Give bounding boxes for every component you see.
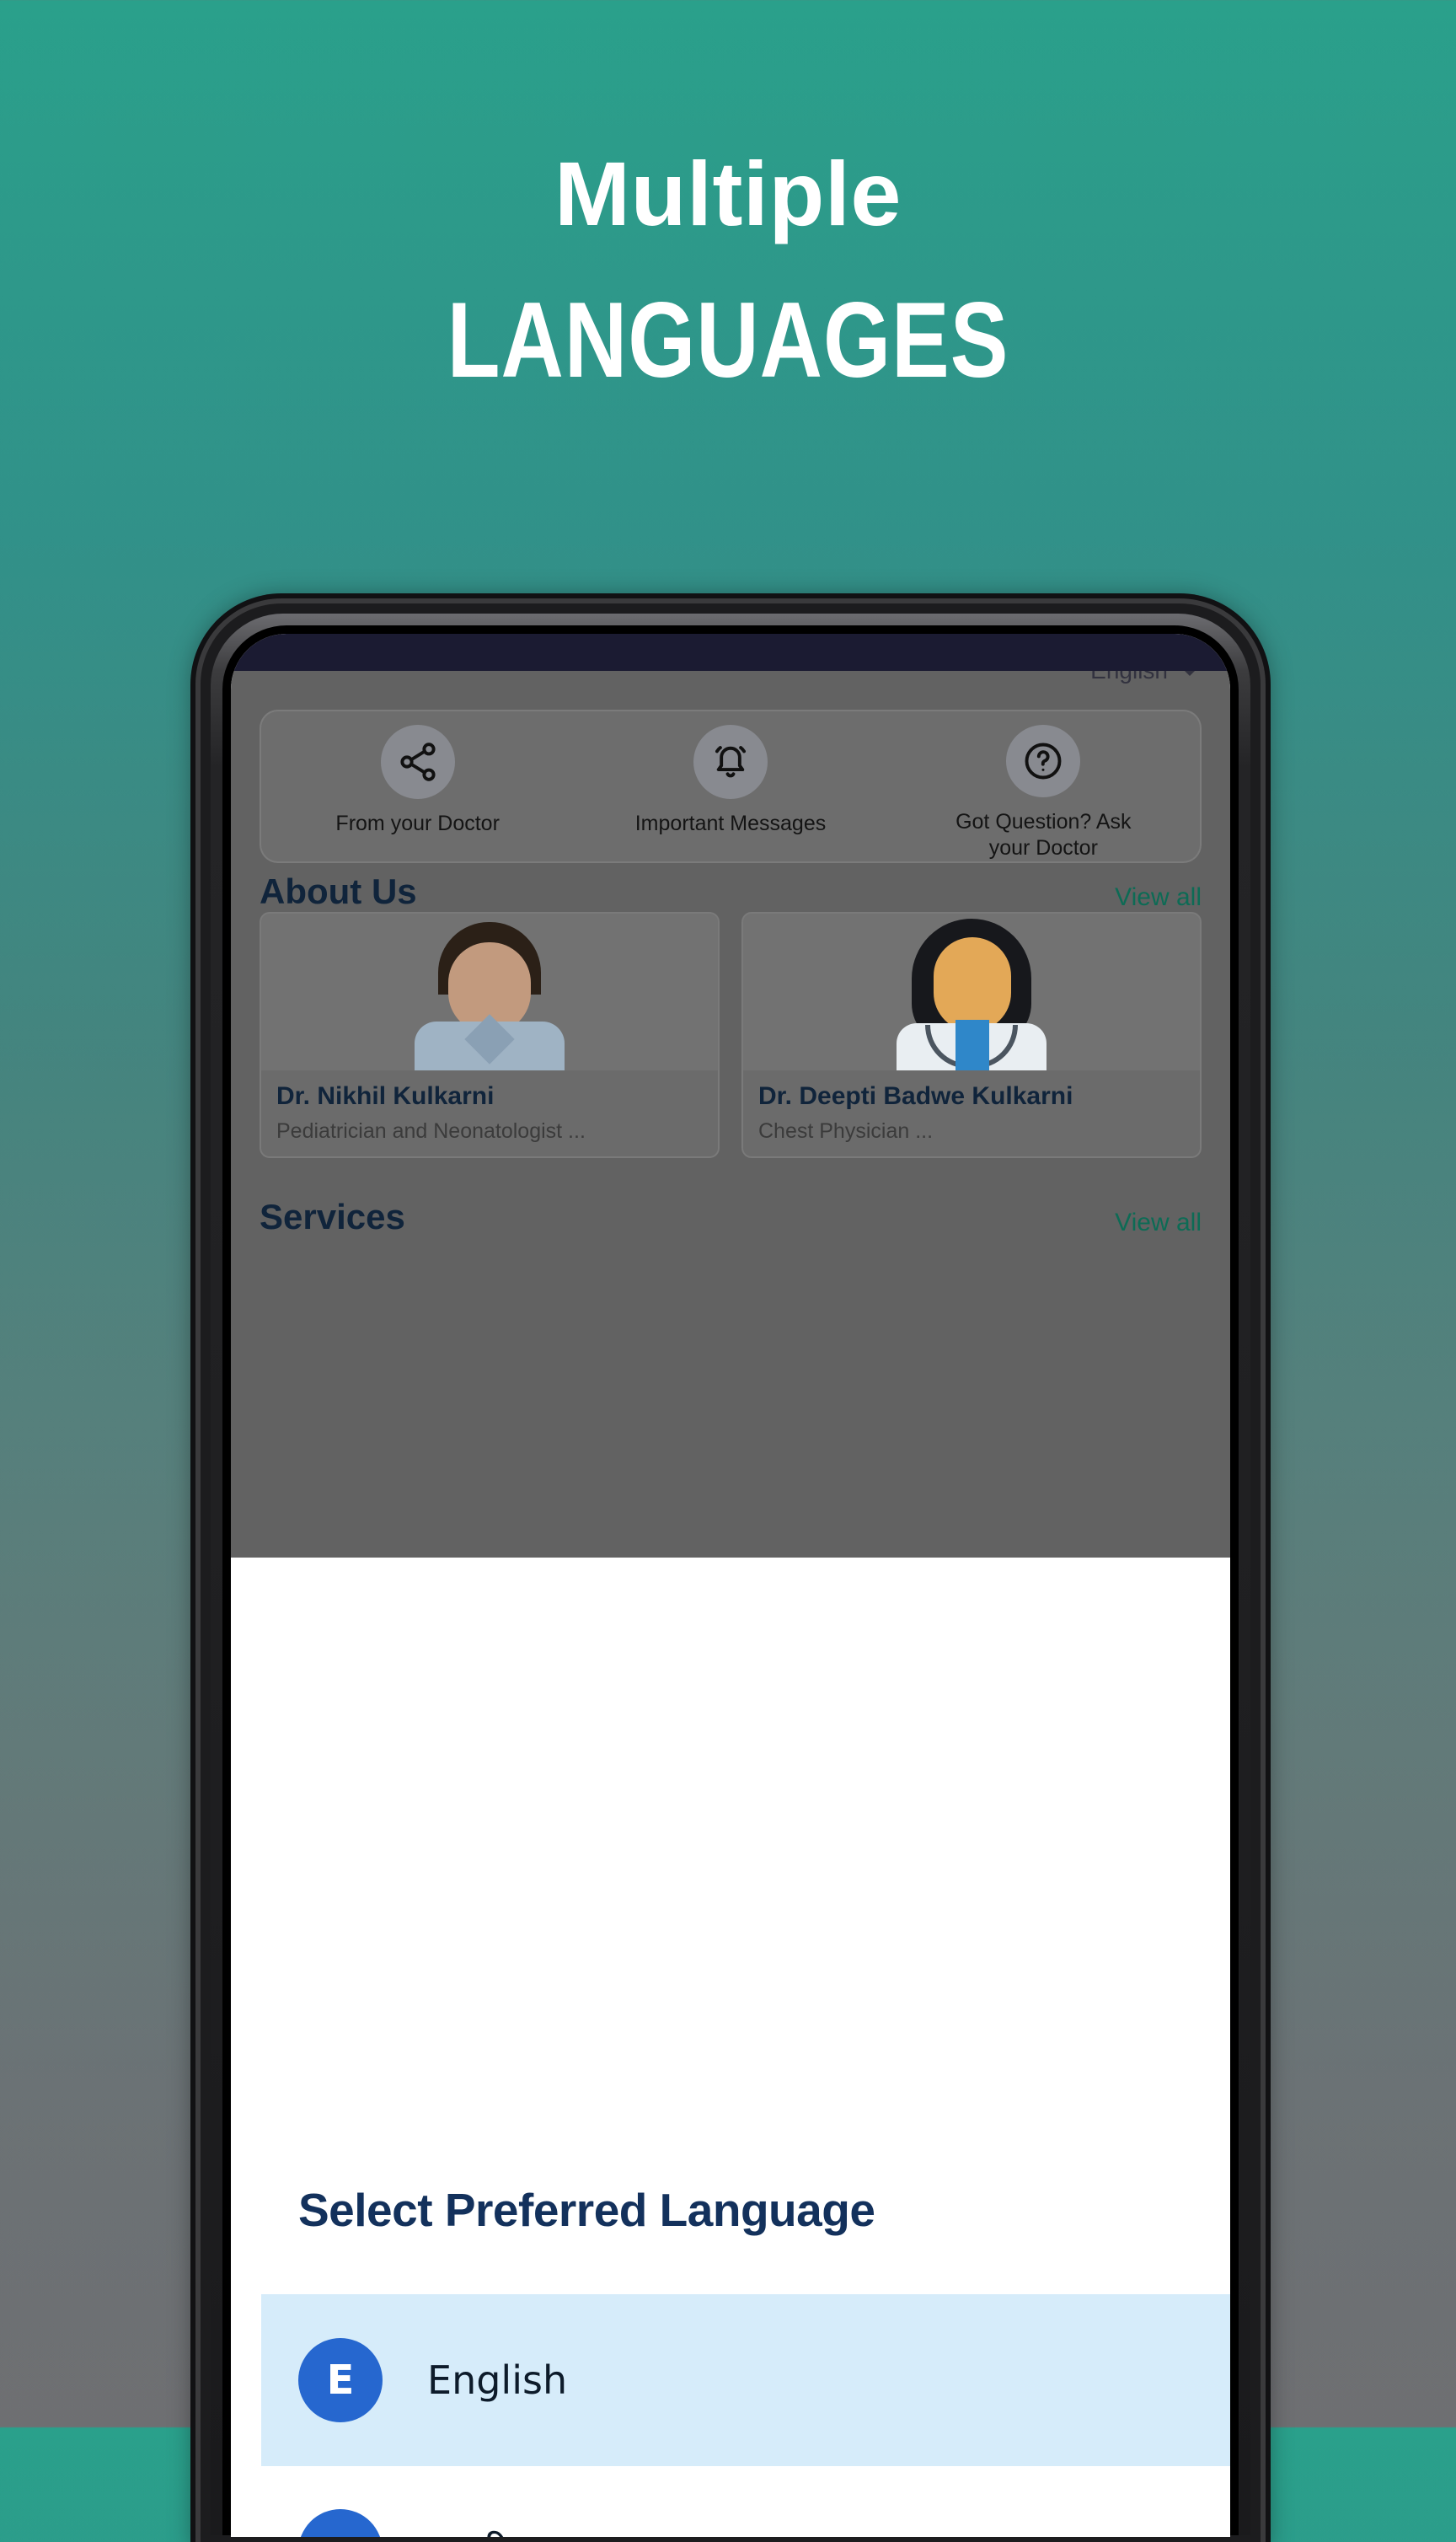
quick-action-label: Important Messages	[634, 812, 827, 835]
chevron-down-icon	[1180, 671, 1200, 676]
dialog-title: Select Preferred Language	[298, 2184, 875, 2236]
hero-banner: Multiple LANGUAGES	[0, 0, 1456, 400]
doctor-photo	[743, 914, 1200, 1070]
doctor-name: Dr. Nikhil Kulkarni	[276, 1082, 495, 1110]
app-content-scrim: English From your Doctor	[231, 671, 1230, 1558]
language-badge-icon: E	[298, 2338, 383, 2422]
language-selection-dialog: Select Preferred Language E English म मर…	[261, 2124, 1230, 2537]
language-badge-icon: म	[298, 2509, 383, 2537]
quick-action-from-your-doctor[interactable]: From your Doctor	[261, 711, 574, 861]
doctor-card[interactable]: Dr. Deepti Badwe Kulkarni Chest Physicia…	[741, 912, 1202, 1158]
quick-action-label: Got Question? Ask your Doctor	[956, 809, 1132, 860]
about-us-title: About Us	[260, 871, 417, 911]
status-bar	[231, 634, 1230, 671]
about-us-view-all-link[interactable]: View all	[1115, 883, 1202, 912]
phone-mockup: English From your Doctor	[201, 603, 1261, 2542]
hero-line-1: Multiple	[554, 142, 902, 244]
help-circle-icon	[1006, 725, 1081, 797]
language-option-list: E English म मराठी ह हिन्दी తె తెలుగు	[261, 2294, 1230, 2537]
services-title: Services	[260, 1197, 405, 1236]
hero-line-2: LANGUAGES	[447, 281, 1009, 400]
quick-action-ask-your-doctor[interactable]: Got Question? Ask your Doctor	[887, 711, 1200, 861]
quick-action-label: From your Doctor	[335, 812, 500, 835]
language-switcher-value: English	[1090, 671, 1168, 684]
quick-actions-card: From your Doctor Important Messages Got …	[260, 710, 1202, 863]
about-us-header: About Us View all	[260, 871, 1202, 912]
doctor-card[interactable]: Dr. Nikhil Kulkarni Pediatrician and Neo…	[260, 912, 720, 1158]
doctor-specialty: Chest Physician ...	[758, 1119, 934, 1143]
phone-screen: English From your Doctor	[231, 634, 1230, 2537]
bell-ring-icon	[693, 725, 768, 799]
language-option-english[interactable]: E English	[261, 2294, 1230, 2466]
language-option-label: मराठी	[427, 2525, 509, 2537]
doctor-specialty: Pediatrician and Neonatologist ...	[276, 1119, 586, 1143]
language-option-label: English	[427, 2357, 568, 2403]
doctor-photo	[261, 914, 718, 1070]
language-switcher[interactable]: English	[1090, 671, 1200, 684]
share-icon	[380, 725, 455, 799]
doctor-card-list: Dr. Nikhil Kulkarni Pediatrician and Neo…	[260, 912, 1202, 1158]
services-view-all-link[interactable]: View all	[1115, 1209, 1202, 1237]
doctor-name: Dr. Deepti Badwe Kulkarni	[758, 1082, 1073, 1110]
language-option-marathi[interactable]: म मराठी	[261, 2466, 1230, 2537]
services-header: Services View all	[260, 1197, 1202, 1237]
quick-action-important-messages[interactable]: Important Messages	[574, 711, 886, 861]
